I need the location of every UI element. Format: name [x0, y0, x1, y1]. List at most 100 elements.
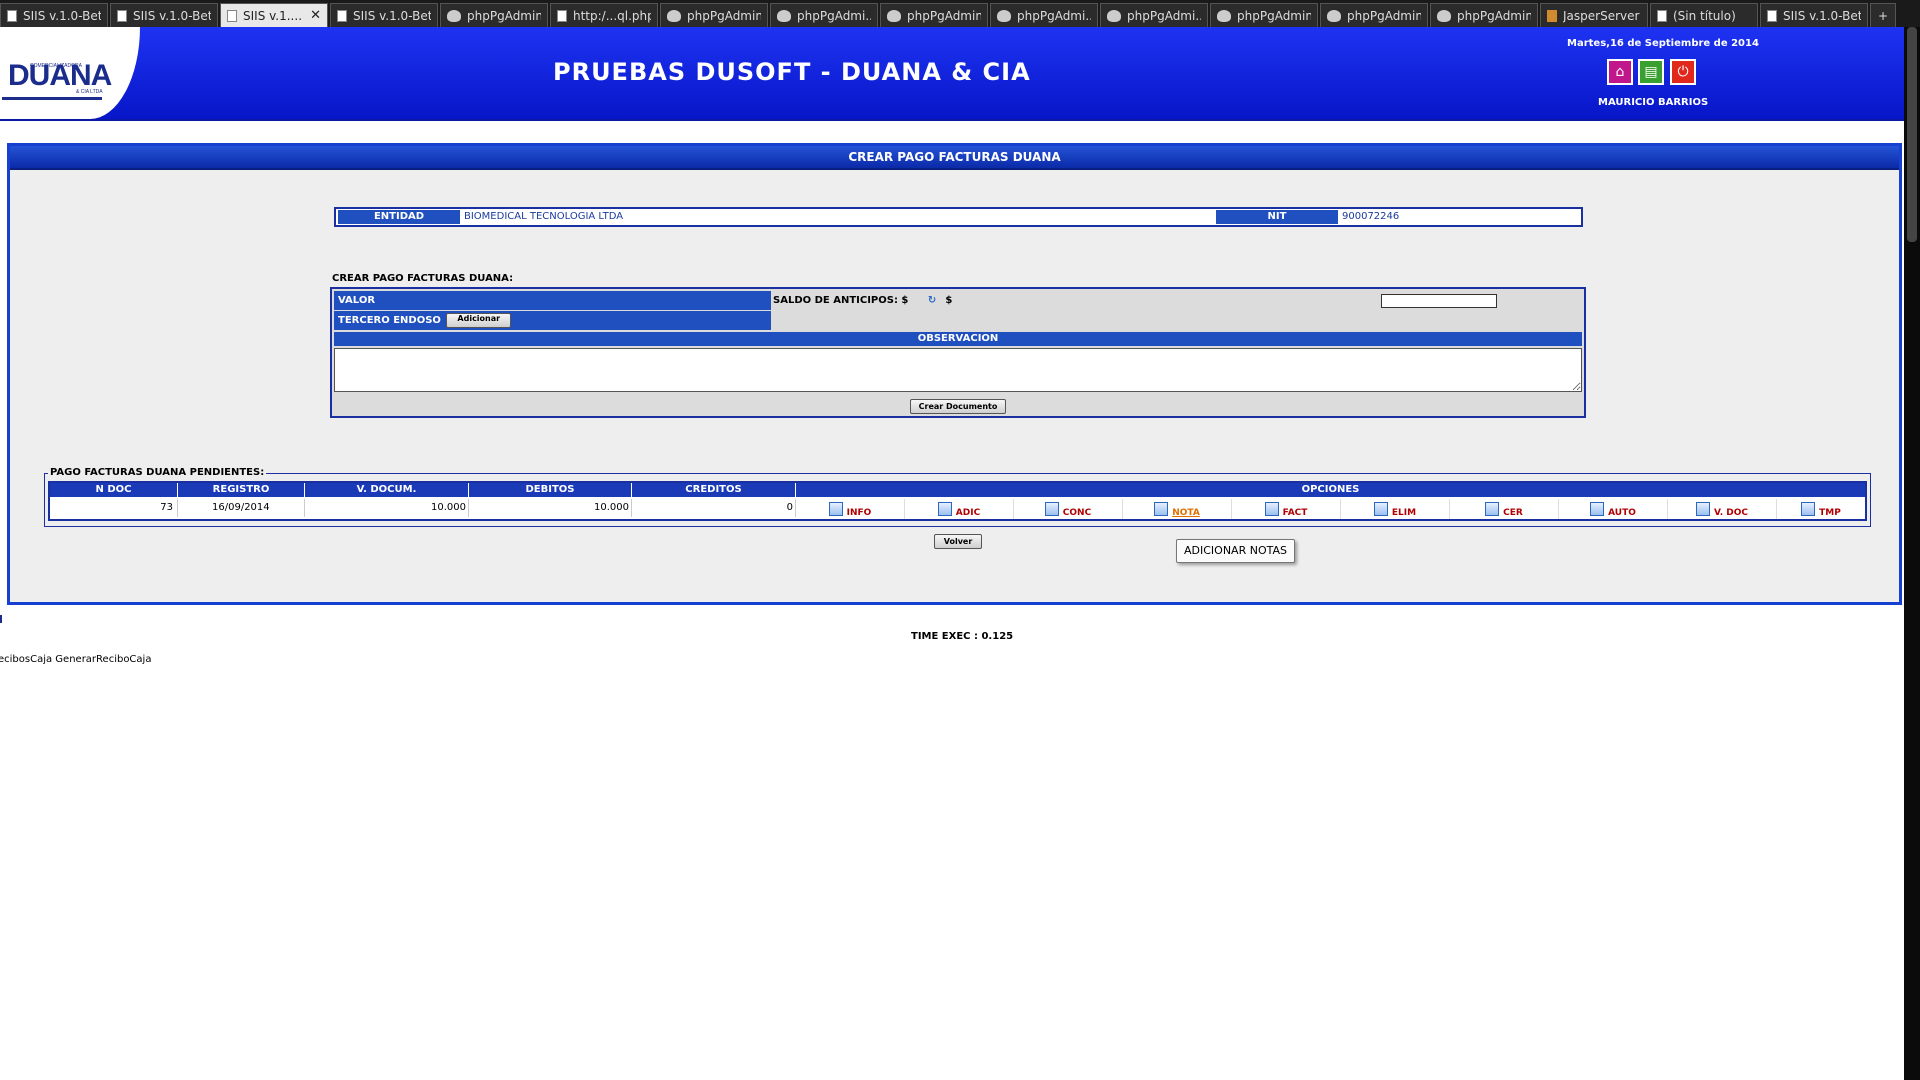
browser-tab[interactable]: phpPgAdmin: [1430, 3, 1538, 27]
main-panel: CREAR PAGO FACTURAS DUANA ENTIDAD BIOMED…: [7, 143, 1902, 605]
browser-tab[interactable]: phpPgAdmin: [660, 3, 768, 27]
valor-row: VALOR SALDO DE ANTICIPOS: $ ↻ $: [334, 291, 1584, 310]
temp-icon: [1801, 502, 1816, 516]
home-icon[interactable]: ⌂: [1607, 59, 1633, 85]
browser-tab[interactable]: phpPgAdmi...: [990, 3, 1098, 27]
app-header: COMERCIALIZADORA DUANA & CIA LTDA PRUEBA…: [0, 27, 1904, 121]
saldo-input[interactable]: [1381, 294, 1497, 308]
saldo-cell: SALDO DE ANTICIPOS: $ ↻ $: [771, 291, 1584, 310]
pending-invoices-fieldset: PAGO FACTURAS DUANA PENDIENTES: N DOC RE…: [44, 467, 1871, 527]
page-icon: [1767, 9, 1777, 22]
browser-tab[interactable]: SIIS v.1.0-Beta: [1760, 3, 1868, 27]
elephant-icon: [1217, 9, 1231, 22]
elephant-icon: [1327, 9, 1341, 22]
pending-table: N DOC REGISTRO V. DOCUM. DEBITOS CREDITO…: [48, 481, 1867, 521]
volver-button[interactable]: Volver: [934, 534, 982, 549]
browser-tab[interactable]: JasperServer: [1540, 3, 1648, 27]
browser-tab-active[interactable]: SIIS v.1.... ✕: [220, 3, 328, 27]
browser-tab[interactable]: phpPgAdmi...: [1100, 3, 1208, 27]
authorize-icon: [1590, 502, 1605, 516]
logo-underline: [2, 97, 102, 100]
new-tab-button[interactable]: +: [1870, 3, 1896, 27]
elephant-icon: [887, 9, 901, 22]
option-info[interactable]: INFO: [796, 499, 905, 519]
delete-icon: [1373, 502, 1388, 516]
cell-creditos: 0: [632, 499, 796, 517]
cell-debitos: 10.000: [469, 499, 632, 517]
option-adic[interactable]: ADIC: [905, 499, 1014, 519]
page-icon: [337, 9, 347, 22]
logo-suffix: & CIA LTDA: [76, 89, 103, 95]
page-title: PRUEBAS DUSOFT - DUANA & CIA: [553, 58, 1031, 86]
entidad-label: ENTIDAD: [338, 210, 460, 224]
tercero-row: TERCERO ENDOSO Adicionar: [334, 311, 1584, 330]
nit-value: 900072246: [1342, 211, 1400, 222]
browser-tab[interactable]: SIIS v.1.0-Beta: [330, 3, 438, 27]
browser-tab[interactable]: http:/...ql.php: [550, 3, 658, 27]
option-cer[interactable]: CER: [1450, 499, 1559, 519]
company-logo: COMERCIALIZADORA DUANA & CIA LTDA: [0, 27, 140, 119]
elephant-icon: [777, 9, 791, 22]
elephant-icon: [447, 9, 461, 22]
cell-ndoc: 73: [50, 499, 178, 517]
elephant-icon: [667, 9, 681, 22]
col-opciones: OPCIONES: [796, 483, 1865, 497]
adicionar-button[interactable]: Adicionar: [446, 312, 512, 328]
scrollbar-thumb[interactable]: [1907, 27, 1917, 242]
cell-registro: 16/09/2014: [178, 499, 305, 517]
browser-tab[interactable]: (Sin título): [1650, 3, 1758, 27]
invoice-icon: [1264, 502, 1279, 516]
elephant-icon: [1437, 9, 1451, 22]
view-doc-icon: [1695, 502, 1710, 516]
page-icon: [557, 9, 567, 22]
crear-pago-form: VALOR SALDO DE ANTICIPOS: $ ↻ $ TERCERO …: [330, 287, 1586, 418]
footer-marker: [0, 615, 2, 623]
browser-tab[interactable]: SIIS v.1.0-Beta: [0, 3, 108, 27]
browser-tab-bar: SIIS v.1.0-Beta SIIS v.1.0-Beta SIIS v.1…: [0, 0, 1920, 27]
vertical-scrollbar[interactable]: [1904, 27, 1920, 1080]
time-exec: TIME EXEC : 0.125: [911, 631, 1014, 642]
jasper-icon: [1547, 9, 1557, 22]
option-vdoc[interactable]: V. DOC: [1668, 499, 1777, 519]
observacion-textarea[interactable]: [334, 348, 1582, 392]
cell-vdocum: 10.000: [305, 499, 469, 517]
note-icon: [1154, 502, 1169, 516]
col-registro: REGISTRO: [178, 483, 305, 497]
tercero-cell: TERCERO ENDOSO Adicionar: [334, 311, 771, 330]
browser-tab[interactable]: phpPgAdmi...: [770, 3, 878, 27]
saldo-currency: $: [945, 295, 953, 306]
footer-links[interactable]: ecibosCaja GenerarReciboCaja: [0, 654, 151, 665]
saldo-label: SALDO DE ANTICIPOS: $: [773, 295, 909, 306]
elephant-icon: [997, 9, 1011, 22]
option-tmp[interactable]: TMP: [1777, 499, 1865, 519]
power-icon[interactable]: ⏻: [1670, 59, 1696, 85]
page-icon: [1657, 9, 1667, 22]
nit-label: NIT: [1216, 210, 1338, 224]
page-icon: [7, 9, 17, 22]
option-conc[interactable]: CONC: [1014, 499, 1123, 519]
tooltip-adicionar-notas: ADICIONAR NOTAS: [1176, 539, 1295, 563]
browser-tab[interactable]: phpPgAdmin: [1210, 3, 1318, 27]
page-icon: [117, 9, 127, 22]
document-icon[interactable]: ▤: [1638, 59, 1664, 85]
browser-tab[interactable]: phpPgAdmin: [880, 3, 988, 27]
col-ndoc: N DOC: [50, 483, 178, 497]
elephant-icon: [1107, 9, 1121, 22]
entity-info-bar: ENTIDAD BIOMEDICAL TECNOLOGIA LTDA NIT 9…: [334, 207, 1583, 227]
refresh-icon[interactable]: ↻: [928, 291, 942, 306]
crear-documento-button[interactable]: Crear Documento: [910, 399, 1006, 414]
option-elim[interactable]: ELIM: [1341, 499, 1450, 519]
close-tab-icon[interactable]: ✕: [310, 8, 321, 23]
browser-tab[interactable]: phpPgAdmin: [1320, 3, 1428, 27]
col-creditos: CREDITOS: [632, 483, 796, 497]
concept-icon: [1044, 502, 1059, 516]
option-fact[interactable]: FACT: [1232, 499, 1341, 519]
panel-title: CREAR PAGO FACTURAS DUANA: [10, 146, 1899, 170]
option-nota[interactable]: NOTA: [1123, 499, 1232, 519]
col-vdocum: V. DOCUM.: [305, 483, 469, 497]
option-auto[interactable]: AUTO: [1559, 499, 1668, 519]
browser-tab[interactable]: phpPgAdmin: [440, 3, 548, 27]
browser-tab[interactable]: SIIS v.1.0-Beta: [110, 3, 218, 27]
entidad-value: BIOMEDICAL TECNOLOGIA LTDA: [464, 211, 624, 222]
close-doc-icon: [1485, 502, 1500, 516]
